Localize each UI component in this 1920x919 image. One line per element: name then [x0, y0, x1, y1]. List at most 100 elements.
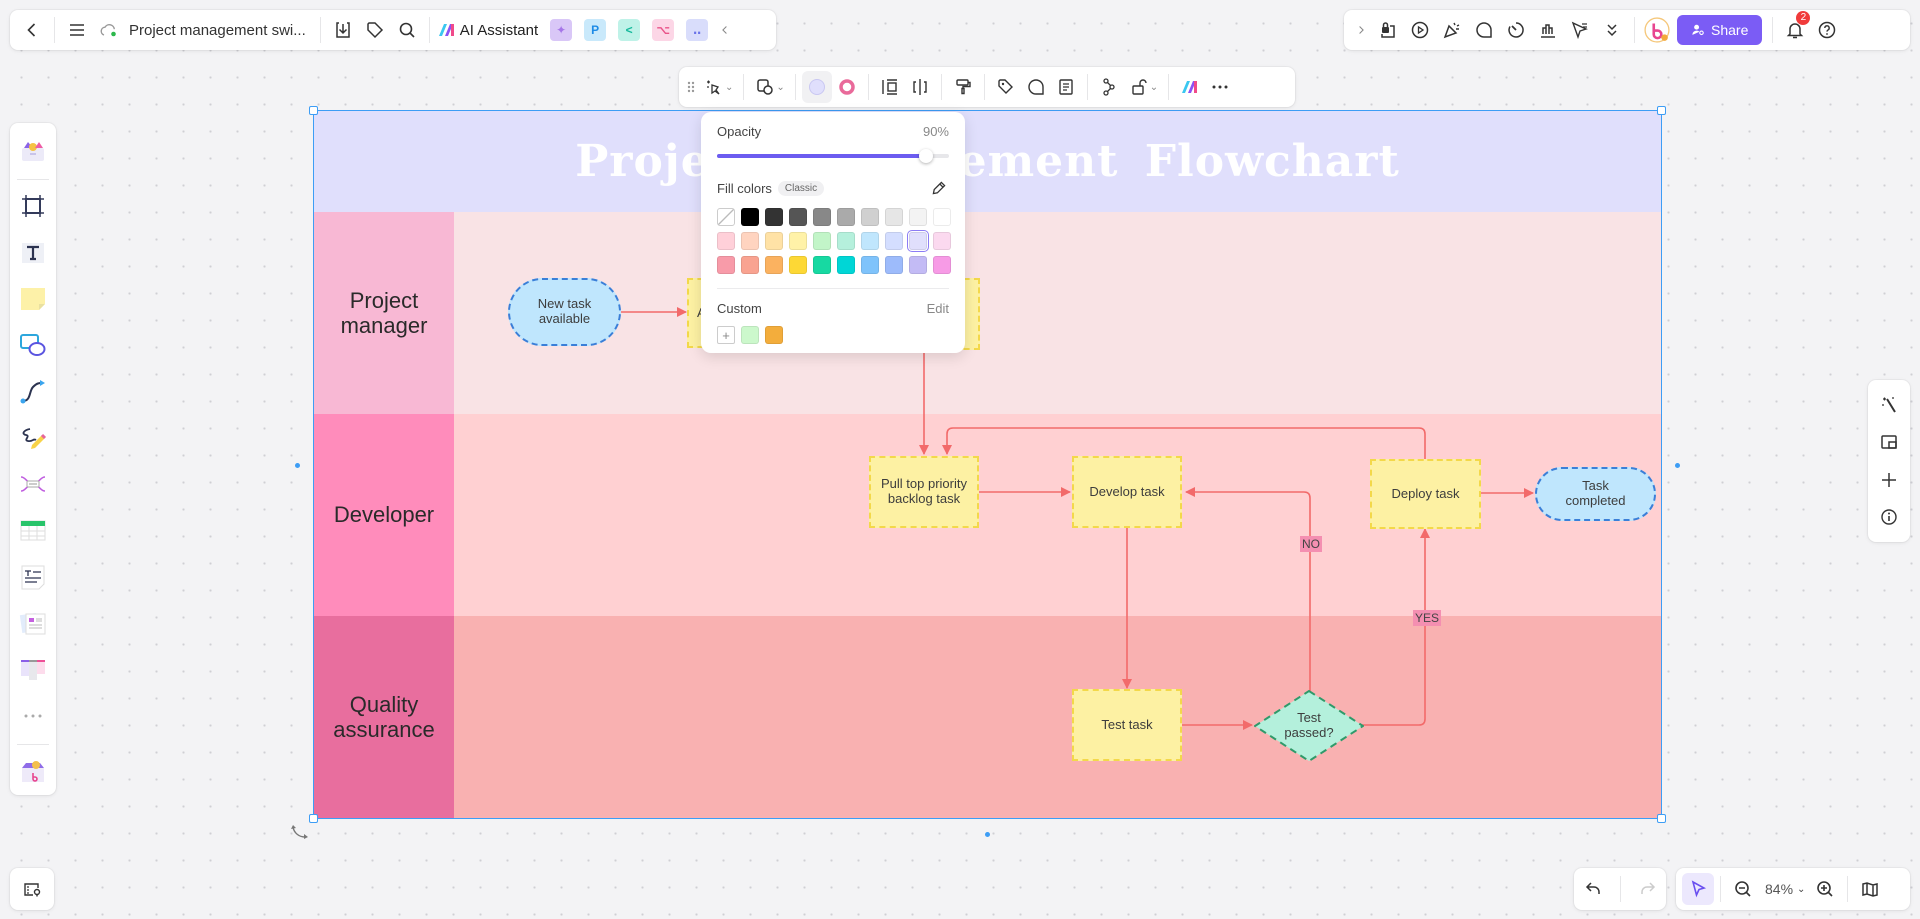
plugins-tool[interactable]: [15, 754, 51, 788]
info-button[interactable]: [1873, 501, 1905, 533]
zoom-out-button[interactable]: [1727, 873, 1759, 905]
color-swatch[interactable]: [765, 232, 783, 250]
connection-point-left[interactable]: [295, 463, 300, 468]
shape-tool[interactable]: [15, 328, 51, 362]
node-test-task[interactable]: Test task: [1072, 689, 1182, 761]
color-swatch[interactable]: [885, 232, 903, 250]
chevron-down-icon[interactable]: ⌄: [1150, 82, 1158, 93]
note-button[interactable]: [1051, 71, 1081, 103]
lane-header[interactable]: Developer: [314, 414, 454, 616]
mindmap-app[interactable]: <: [618, 19, 641, 41]
custom-color-swatch[interactable]: [741, 326, 759, 344]
share-button[interactable]: Share: [1677, 15, 1763, 45]
ai-assistant-label[interactable]: AI Assistant: [460, 22, 538, 39]
color-swatch[interactable]: [885, 208, 903, 226]
color-swatch[interactable]: [813, 256, 831, 274]
outline-navigator-button[interactable]: [16, 873, 48, 905]
chat-app[interactable]: ‥: [686, 19, 709, 41]
lane-header[interactable]: Project manager: [314, 212, 454, 414]
kanban-tool[interactable]: [15, 652, 51, 686]
tag-button[interactable]: [991, 71, 1021, 103]
color-swatch[interactable]: [741, 208, 759, 226]
color-swatch[interactable]: [909, 256, 927, 274]
ai-assistant-button[interactable]: [1175, 71, 1205, 103]
opacity-slider-thumb[interactable]: [918, 149, 933, 163]
voting-button[interactable]: [1532, 14, 1564, 46]
color-swatch[interactable]: [909, 208, 927, 226]
search-button[interactable]: [391, 14, 423, 46]
export-button[interactable]: [327, 14, 359, 46]
lane-header[interactable]: Quality assurance: [314, 616, 454, 818]
color-swatch[interactable]: [837, 256, 855, 274]
swimlane-quality-assurance[interactable]: Quality assurance: [314, 616, 1661, 818]
add-column-button[interactable]: [905, 71, 935, 103]
color-swatch[interactable]: [813, 232, 831, 250]
toolbar-drag-handle[interactable]: [683, 71, 699, 103]
add-custom-color-button[interactable]: +: [717, 326, 735, 344]
presentation-app[interactable]: P: [584, 19, 607, 41]
tag-button[interactable]: [359, 14, 391, 46]
color-swatch[interactable]: [861, 232, 879, 250]
color-swatch[interactable]: [765, 256, 783, 274]
color-swatch[interactable]: [717, 232, 735, 250]
custom-color-swatch[interactable]: [765, 326, 783, 344]
resize-handle-top-right[interactable]: [1657, 106, 1666, 115]
color-swatch[interactable]: [813, 208, 831, 226]
color-swatch[interactable]: [837, 208, 855, 226]
node-pull-task[interactable]: Pull top priority backlog task: [869, 456, 979, 528]
connection-point-right[interactable]: [1675, 463, 1680, 468]
node-test-passed-decision[interactable]: [1254, 690, 1364, 762]
zoom-dropdown-chevron-icon[interactable]: ⌄: [1797, 884, 1805, 895]
document-title[interactable]: Project management swi...: [129, 22, 306, 39]
zoom-in-button[interactable]: [1809, 873, 1841, 905]
add-row-button[interactable]: [875, 71, 905, 103]
comments-button[interactable]: [1468, 14, 1500, 46]
color-swatch[interactable]: [789, 208, 807, 226]
undo-button[interactable]: [1577, 873, 1609, 905]
cards-tool[interactable]: [15, 606, 51, 640]
opacity-slider[interactable]: [717, 149, 949, 163]
ai-magic-button[interactable]: [1873, 389, 1905, 421]
chevron-down-icon[interactable]: ⌄: [776, 82, 784, 93]
link-button[interactable]: [1094, 71, 1124, 103]
color-swatch[interactable]: [789, 256, 807, 274]
mindmap-tool[interactable]: [15, 467, 51, 501]
expand-toolbar-button[interactable]: [1350, 14, 1372, 46]
color-swatch[interactable]: [906, 229, 930, 253]
eyedropper-button[interactable]: [929, 178, 949, 198]
color-swatch[interactable]: [885, 256, 903, 274]
connector-tool[interactable]: [15, 374, 51, 408]
color-swatch[interactable]: [837, 232, 855, 250]
more-tools-button[interactable]: [1596, 14, 1628, 46]
more-options-button[interactable]: [1205, 71, 1235, 103]
templates-tool[interactable]: [15, 134, 51, 168]
color-swatch[interactable]: [765, 208, 783, 226]
add-button[interactable]: [1873, 464, 1905, 496]
fill-color-button[interactable]: [801, 71, 832, 103]
comment-button[interactable]: [1021, 71, 1051, 103]
edge-label-yes[interactable]: YES: [1413, 610, 1442, 626]
follow-cursor-button[interactable]: [1564, 14, 1596, 46]
color-swatch[interactable]: [861, 208, 879, 226]
sticky-note-tool[interactable]: [15, 282, 51, 316]
color-swatch[interactable]: [933, 208, 951, 226]
ai-assistant-button[interactable]: [436, 14, 458, 46]
palette-name-chip[interactable]: Classic: [777, 180, 825, 196]
collapse-apps-button[interactable]: [714, 14, 736, 46]
text-tool[interactable]: [15, 236, 51, 270]
back-button[interactable]: [16, 14, 48, 46]
node-deploy-task[interactable]: Deploy task: [1370, 459, 1481, 529]
color-swatch[interactable]: [933, 232, 951, 250]
more-tools-button[interactable]: [15, 699, 51, 733]
diagram-title[interactable]: Project Management Flowchart: [575, 136, 1400, 187]
image-generator-app[interactable]: ✦: [550, 19, 573, 41]
user-avatar[interactable]: [1641, 14, 1673, 46]
chevron-down-icon[interactable]: ⌄: [725, 82, 733, 93]
border-color-button[interactable]: [832, 71, 862, 103]
node-develop-task[interactable]: Develop task: [1072, 456, 1182, 528]
format-painter-button[interactable]: [948, 71, 978, 103]
main-menu-button[interactable]: [61, 14, 93, 46]
map-view-button[interactable]: [1854, 873, 1886, 905]
timer-button[interactable]: [1500, 14, 1532, 46]
color-swatch[interactable]: [741, 232, 759, 250]
